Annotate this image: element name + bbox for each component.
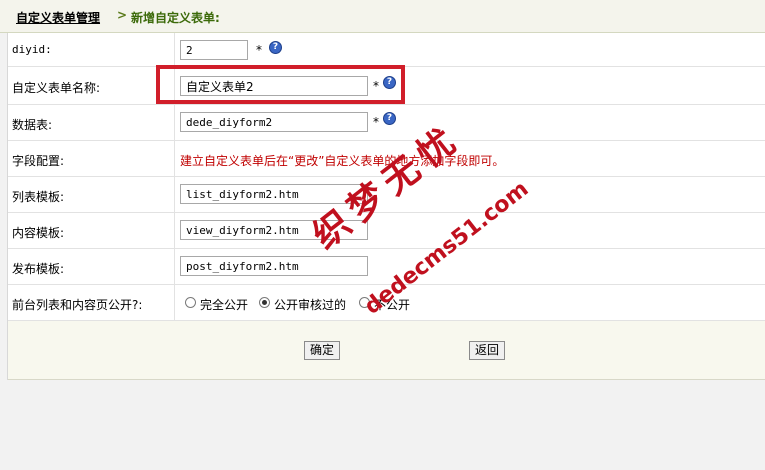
breadcrumb: 自定义表单管理 > 新增自定义表单: <box>0 0 765 33</box>
radio-button-icon[interactable] <box>259 297 270 308</box>
data-table-label: 数据表: <box>12 118 53 132</box>
view-template-label: 内容模板: <box>12 226 65 240</box>
radio-label: 公开审核过的 <box>274 298 347 312</box>
radio-button-icon[interactable] <box>185 297 196 308</box>
diyid-label: diyid: <box>12 43 52 56</box>
public-option-label: 前台列表和内容页公开?: <box>12 298 143 312</box>
help-icon[interactable]: ? <box>383 112 396 125</box>
button-bar: 确定 返回 <box>8 321 765 380</box>
ok-button[interactable]: 确定 <box>304 341 340 360</box>
row-data-table: 数据表: dede_diyform2 * ? <box>8 105 765 141</box>
field-config-label: 字段配置: <box>12 154 65 168</box>
breadcrumb-separator: > <box>117 8 128 22</box>
row-diyid: diyid: 2 * ? <box>8 33 765 67</box>
breadcrumb-parent-link[interactable]: 自定义表单管理 <box>16 9 100 26</box>
breadcrumb-current: 新增自定义表单: <box>131 11 220 25</box>
highlight-box <box>156 65 405 104</box>
diyid-input[interactable]: 2 <box>180 40 248 60</box>
back-button[interactable]: 返回 <box>469 341 505 360</box>
post-template-label: 发布模板: <box>12 262 65 276</box>
data-table-input[interactable]: dede_diyform2 <box>180 112 368 132</box>
form-name-label: 自定义表单名称: <box>12 81 101 95</box>
row-view-template: 内容模板: view_diyform2.htm <box>8 213 765 249</box>
list-template-label: 列表模板: <box>12 190 65 204</box>
required-mark: * <box>373 115 379 129</box>
radio-label: 完全公开 <box>200 298 249 312</box>
required-mark: * <box>256 43 262 57</box>
help-icon[interactable]: ? <box>269 41 282 54</box>
post-template-input[interactable]: post_diyform2.htm <box>180 256 368 276</box>
